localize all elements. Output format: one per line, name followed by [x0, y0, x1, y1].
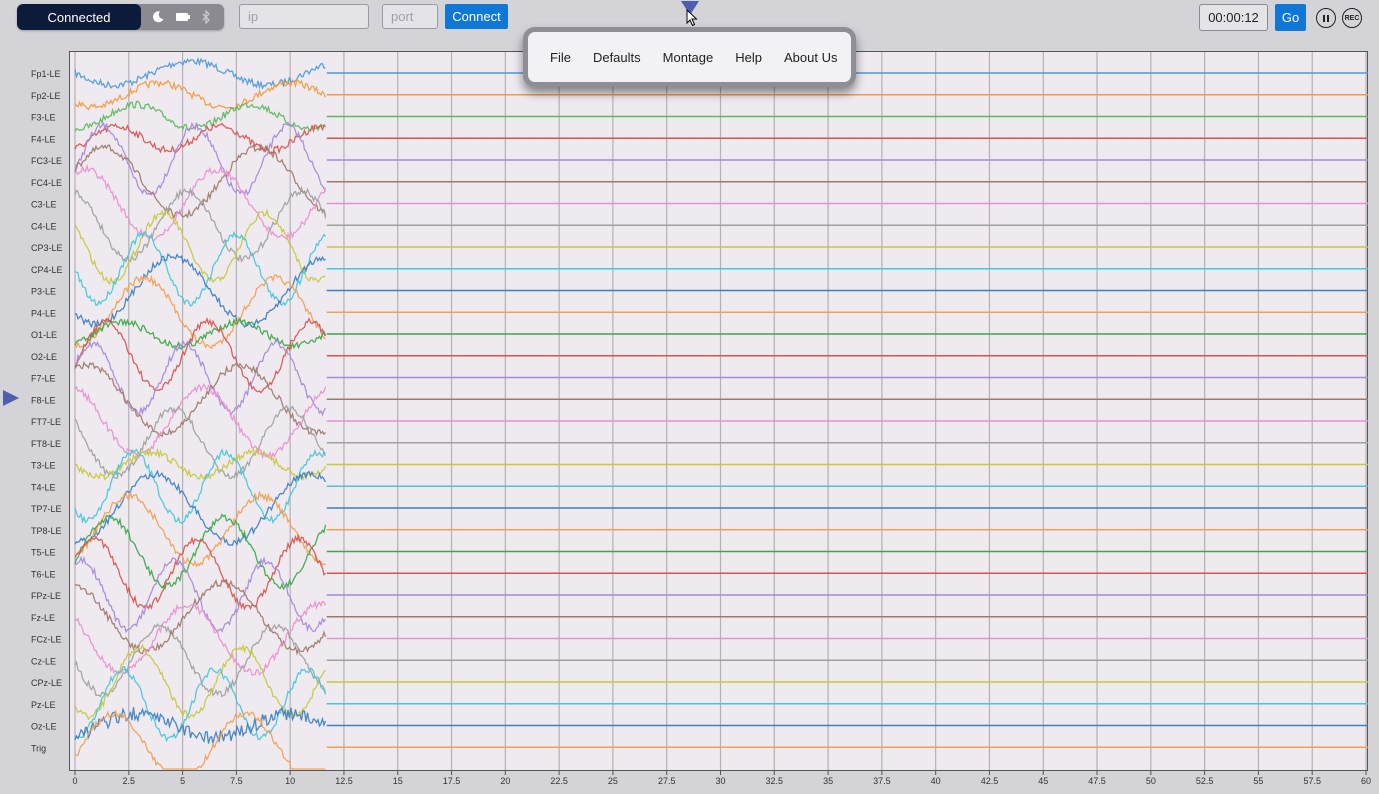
channel-label: T3-LE	[31, 461, 56, 471]
channel-label: Oz-LE	[31, 722, 57, 732]
channel-label: F3-LE	[31, 113, 56, 123]
channel-label: O2-LE	[31, 352, 57, 362]
channel-label: CP3-LE	[31, 243, 63, 253]
x-tick-label: 35	[823, 776, 833, 786]
channel-label: Fp1-LE	[31, 69, 61, 79]
channel-marker-handle[interactable]	[2, 389, 20, 407]
channel-label: Trig	[31, 743, 46, 753]
x-tick-label: 60	[1361, 776, 1371, 786]
channel-label: C4-LE	[31, 221, 57, 231]
x-tick-label: 50	[1146, 776, 1156, 786]
x-tick-label: 22.5	[550, 776, 568, 786]
menu-item-about-us[interactable]: About Us	[784, 50, 837, 65]
channel-label: TP8-LE	[31, 526, 62, 536]
x-tick-label: 25	[608, 776, 618, 786]
channel-label: CP4-LE	[31, 265, 63, 275]
channel-label: T4-LE	[31, 482, 56, 492]
channel-label: C3-LE	[31, 200, 57, 210]
channel-label: T6-LE	[31, 569, 56, 579]
channel-label: FC3-LE	[31, 156, 62, 166]
channel-label: TP7-LE	[31, 504, 62, 514]
channel-label: FC4-LE	[31, 178, 62, 188]
channel-label: F4-LE	[31, 134, 56, 144]
x-tick-label: 30	[715, 776, 725, 786]
x-tick-label: 52.5	[1196, 776, 1214, 786]
x-tick-label: 15	[393, 776, 403, 786]
menu-item-montage[interactable]: Montage	[663, 50, 714, 65]
channel-label: F7-LE	[31, 374, 56, 384]
x-tick-label: 7.5	[230, 776, 243, 786]
x-tick-label: 10	[285, 776, 295, 786]
x-tick-label: 45	[1038, 776, 1048, 786]
channel-label: FCz-LE	[31, 635, 62, 645]
channel-label: P4-LE	[31, 308, 56, 318]
channel-label: F8-LE	[31, 395, 56, 405]
menu-item-file[interactable]: File	[550, 50, 571, 65]
x-tick-label: 37.5	[873, 776, 891, 786]
main-menu-popup: File Defaults Montage Help About Us	[523, 27, 856, 87]
x-tick-label: 5	[180, 776, 185, 786]
x-tick-label: 57.5	[1303, 776, 1321, 786]
x-tick-label: 17.5	[443, 776, 461, 786]
channel-label: Fz-LE	[31, 613, 55, 623]
channel-label: FT7-LE	[31, 417, 61, 427]
channel-label: P3-LE	[31, 287, 56, 297]
menu-item-help[interactable]: Help	[735, 50, 762, 65]
x-tick-label: 12.5	[335, 776, 353, 786]
x-tick-label: 27.5	[658, 776, 676, 786]
channel-label: FT8-LE	[31, 439, 61, 449]
channel-label: Fp2-LE	[31, 91, 61, 101]
x-tick-label: 47.5	[1088, 776, 1106, 786]
menu-item-defaults[interactable]: Defaults	[593, 50, 641, 65]
channel-label: FPz-LE	[31, 591, 61, 601]
x-tick-label: 42.5	[981, 776, 999, 786]
x-tick-label: 2.5	[123, 776, 136, 786]
x-tick-label: 0	[72, 776, 77, 786]
x-tick-label: 32.5	[766, 776, 784, 786]
channel-label: Cz-LE	[31, 656, 56, 666]
channel-label: CPz-LE	[31, 678, 62, 688]
x-tick-label: 40	[931, 776, 941, 786]
channel-label: T5-LE	[31, 548, 56, 558]
x-tick-label: 20	[500, 776, 510, 786]
x-tick-label: 55	[1253, 776, 1263, 786]
channel-label: Pz-LE	[31, 700, 56, 710]
eeg-axes: Fp1-LE Fp2-LE F3-LE F4-LE FC3-LE FC4-LE C3-LE C…	[31, 69, 1371, 786]
channel-label: O1-LE	[31, 330, 57, 340]
